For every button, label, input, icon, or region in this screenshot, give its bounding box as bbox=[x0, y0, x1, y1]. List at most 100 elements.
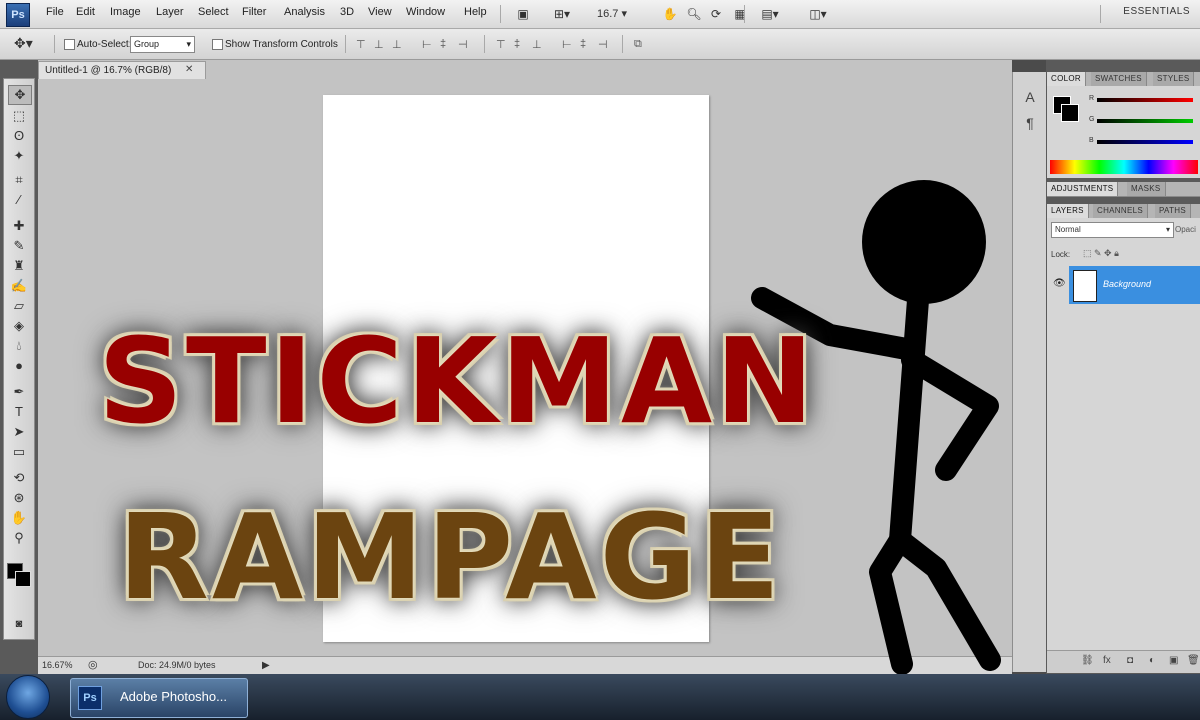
menu-divider bbox=[744, 5, 745, 23]
menu-layer[interactable]: Layer bbox=[156, 6, 184, 18]
menu-file[interactable]: File bbox=[46, 6, 64, 18]
layer-style-icon[interactable]: fx bbox=[1103, 655, 1111, 666]
lock-icons[interactable]: ⬚ ✎ ✥ 🔒︎ bbox=[1083, 248, 1119, 259]
opacity-label: Opaci bbox=[1175, 225, 1196, 234]
zoom-tool-icon[interactable]: ⚲ bbox=[8, 529, 30, 547]
windows-start-icon[interactable] bbox=[6, 675, 50, 719]
status-zoom[interactable]: 16.67% bbox=[42, 660, 73, 670]
hand-tool-icon[interactable]: ✋ bbox=[8, 509, 30, 527]
distribute-vcenter-icon[interactable]: ‡ bbox=[514, 38, 520, 50]
zoom-icon[interactable]: 🔍︎ bbox=[684, 4, 704, 25]
status-menu-arrow-icon[interactable]: ▶ bbox=[262, 660, 270, 671]
distribute-bottom-icon[interactable]: ⊥ bbox=[532, 38, 542, 51]
distribute-top-icon[interactable]: ⊤ bbox=[496, 38, 506, 51]
menu-analysis[interactable]: Analysis bbox=[284, 6, 325, 18]
path-selection-tool-icon[interactable]: ➤ bbox=[8, 423, 30, 441]
eraser-tool-icon[interactable]: ▱ bbox=[8, 297, 30, 315]
history-brush-tool-icon[interactable]: ✍ bbox=[8, 277, 30, 295]
show-transform-checkbox[interactable] bbox=[212, 39, 223, 50]
align-top-icon[interactable]: ⊤ bbox=[356, 38, 366, 51]
align-bottom-icon[interactable]: ⊥ bbox=[392, 38, 402, 51]
tools-panel: ✥ ⬚ ʘ ✦ ⌗ ⁄ ✚ ✎ ♜ ✍ ▱ ◈ 💧︎ ● ✒ T ➤ ▭ ⟲ ⊛… bbox=[3, 78, 35, 640]
move-tool-icon[interactable]: ✥ bbox=[8, 85, 32, 105]
workspace-switcher[interactable]: ESSENTIALS bbox=[1123, 6, 1190, 17]
blend-mode-dropdown[interactable]: Normal ▾ bbox=[1051, 222, 1174, 238]
photoshop-logo: Ps bbox=[6, 3, 30, 27]
type-tool-icon[interactable]: T bbox=[8, 403, 30, 421]
character-panel-icon[interactable]: A bbox=[1021, 88, 1039, 106]
link-layers-icon[interactable]: ⛓ bbox=[1081, 655, 1094, 666]
paragraph-panel-icon[interactable]: ¶ bbox=[1021, 114, 1039, 132]
layer-row-background[interactable]: Background bbox=[1069, 266, 1200, 304]
distribute-hcenter-icon[interactable]: ‡ bbox=[580, 38, 586, 50]
align-left-icon[interactable]: ⊢ bbox=[422, 38, 432, 51]
3d-orbit-tool-icon[interactable]: ⊛ bbox=[8, 489, 30, 507]
color-spectrum-ramp[interactable] bbox=[1050, 160, 1198, 174]
auto-select-dropdown[interactable]: Group ▾ bbox=[130, 36, 195, 53]
menu-help[interactable]: Help bbox=[464, 6, 487, 18]
menu-view[interactable]: View bbox=[368, 6, 392, 18]
menu-filter[interactable]: Filter bbox=[242, 6, 266, 18]
brush-tool-icon[interactable]: ✎ bbox=[8, 237, 30, 255]
auto-align-layers-icon[interactable]: ⧉ bbox=[634, 38, 642, 51]
rotate-view-icon[interactable]: ⟳ bbox=[706, 4, 726, 25]
adjustments-panel-tabs: ADJUSTMENTS MASKS bbox=[1047, 182, 1200, 197]
align-vcenter-icon[interactable]: ⊥ bbox=[374, 38, 384, 51]
panel-background-swatch[interactable] bbox=[1061, 104, 1079, 122]
quick-mask-icon[interactable]: ◙ bbox=[8, 615, 30, 633]
status-info-icon[interactable]: ◎ bbox=[88, 658, 98, 671]
magic-wand-tool-icon[interactable]: ✦ bbox=[8, 147, 30, 165]
document-tab[interactable]: Untitled-1 @ 16.7% (RGB/8) bbox=[38, 61, 206, 79]
tab-color[interactable]: COLOR bbox=[1047, 72, 1086, 86]
dodge-tool-icon[interactable]: ● bbox=[8, 357, 30, 375]
grid-icon[interactable]: ▦ bbox=[730, 4, 750, 25]
3d-rotate-tool-icon[interactable]: ⟲ bbox=[8, 469, 30, 487]
arrange-documents-icon[interactable]: ▤▾ bbox=[752, 4, 788, 25]
new-layer-icon[interactable]: ▣ bbox=[1169, 655, 1178, 666]
chevron-down-icon: ▾ bbox=[1165, 225, 1170, 234]
hand-icon[interactable]: ✋ bbox=[660, 4, 680, 25]
eye-icon[interactable]: 👁︎ bbox=[1053, 278, 1066, 289]
adjustment-layer-icon[interactable]: ◐ bbox=[1149, 655, 1155, 666]
tab-masks[interactable]: MASKS bbox=[1127, 182, 1166, 196]
rectangle-tool-icon[interactable]: ▭ bbox=[8, 443, 30, 461]
menu-image[interactable]: Image bbox=[110, 6, 141, 18]
align-right-icon[interactable]: ⊣ bbox=[458, 38, 468, 51]
zoom-level-select[interactable]: 16.7 ▾ bbox=[594, 4, 630, 25]
crop-tool-icon[interactable]: ⌗ bbox=[8, 171, 30, 189]
tab-layers[interactable]: LAYERS bbox=[1047, 204, 1089, 218]
tab-paths[interactable]: PATHS bbox=[1155, 204, 1191, 218]
pen-tool-icon[interactable]: ✒ bbox=[8, 383, 30, 401]
menu-select[interactable]: Select bbox=[198, 6, 229, 18]
blur-tool-icon[interactable]: 💧︎ bbox=[8, 337, 30, 355]
move-tool-preset-icon[interactable]: ✥▾ bbox=[14, 35, 33, 52]
marquee-tool-icon[interactable]: ⬚ bbox=[8, 107, 30, 125]
tab-channels[interactable]: CHANNELS bbox=[1093, 204, 1148, 218]
menu-3d[interactable]: 3D bbox=[340, 6, 354, 18]
green-slider[interactable] bbox=[1097, 119, 1193, 123]
distribute-left-icon[interactable]: ⊢ bbox=[562, 38, 572, 51]
auto-select-checkbox[interactable] bbox=[64, 39, 75, 50]
stickman-arm-right bbox=[901, 349, 999, 481]
tab-styles[interactable]: STYLES bbox=[1153, 72, 1195, 86]
close-icon[interactable]: ✕ bbox=[185, 64, 193, 75]
eyedropper-tool-icon[interactable]: ⁄ bbox=[8, 191, 30, 209]
trash-icon[interactable]: 🗑︎ bbox=[1187, 655, 1200, 666]
clone-stamp-tool-icon[interactable]: ♜ bbox=[8, 257, 30, 275]
align-hcenter-icon[interactable]: ‡ bbox=[440, 38, 446, 50]
healing-brush-tool-icon[interactable]: ✚ bbox=[8, 217, 30, 235]
red-slider[interactable] bbox=[1097, 98, 1193, 102]
lasso-tool-icon[interactable]: ʘ bbox=[8, 127, 30, 145]
bridge-icon[interactable]: ▣ bbox=[512, 4, 534, 25]
tab-adjustments[interactable]: ADJUSTMENTS bbox=[1047, 182, 1119, 196]
screen-mode-icon[interactable]: ◫▾ bbox=[800, 4, 836, 25]
distribute-right-icon[interactable]: ⊣ bbox=[598, 38, 608, 51]
view-extras-icon[interactable]: ⊞▾ bbox=[544, 4, 580, 25]
paint-bucket-tool-icon[interactable]: ◈ bbox=[8, 317, 30, 335]
menu-edit[interactable]: Edit bbox=[76, 6, 95, 18]
tab-swatches[interactable]: SWATCHES bbox=[1091, 72, 1147, 86]
add-mask-icon[interactable]: ◘ bbox=[1127, 655, 1133, 666]
menu-window[interactable]: Window bbox=[406, 6, 445, 18]
blue-slider[interactable] bbox=[1097, 140, 1193, 144]
background-color-swatch[interactable] bbox=[15, 571, 31, 587]
